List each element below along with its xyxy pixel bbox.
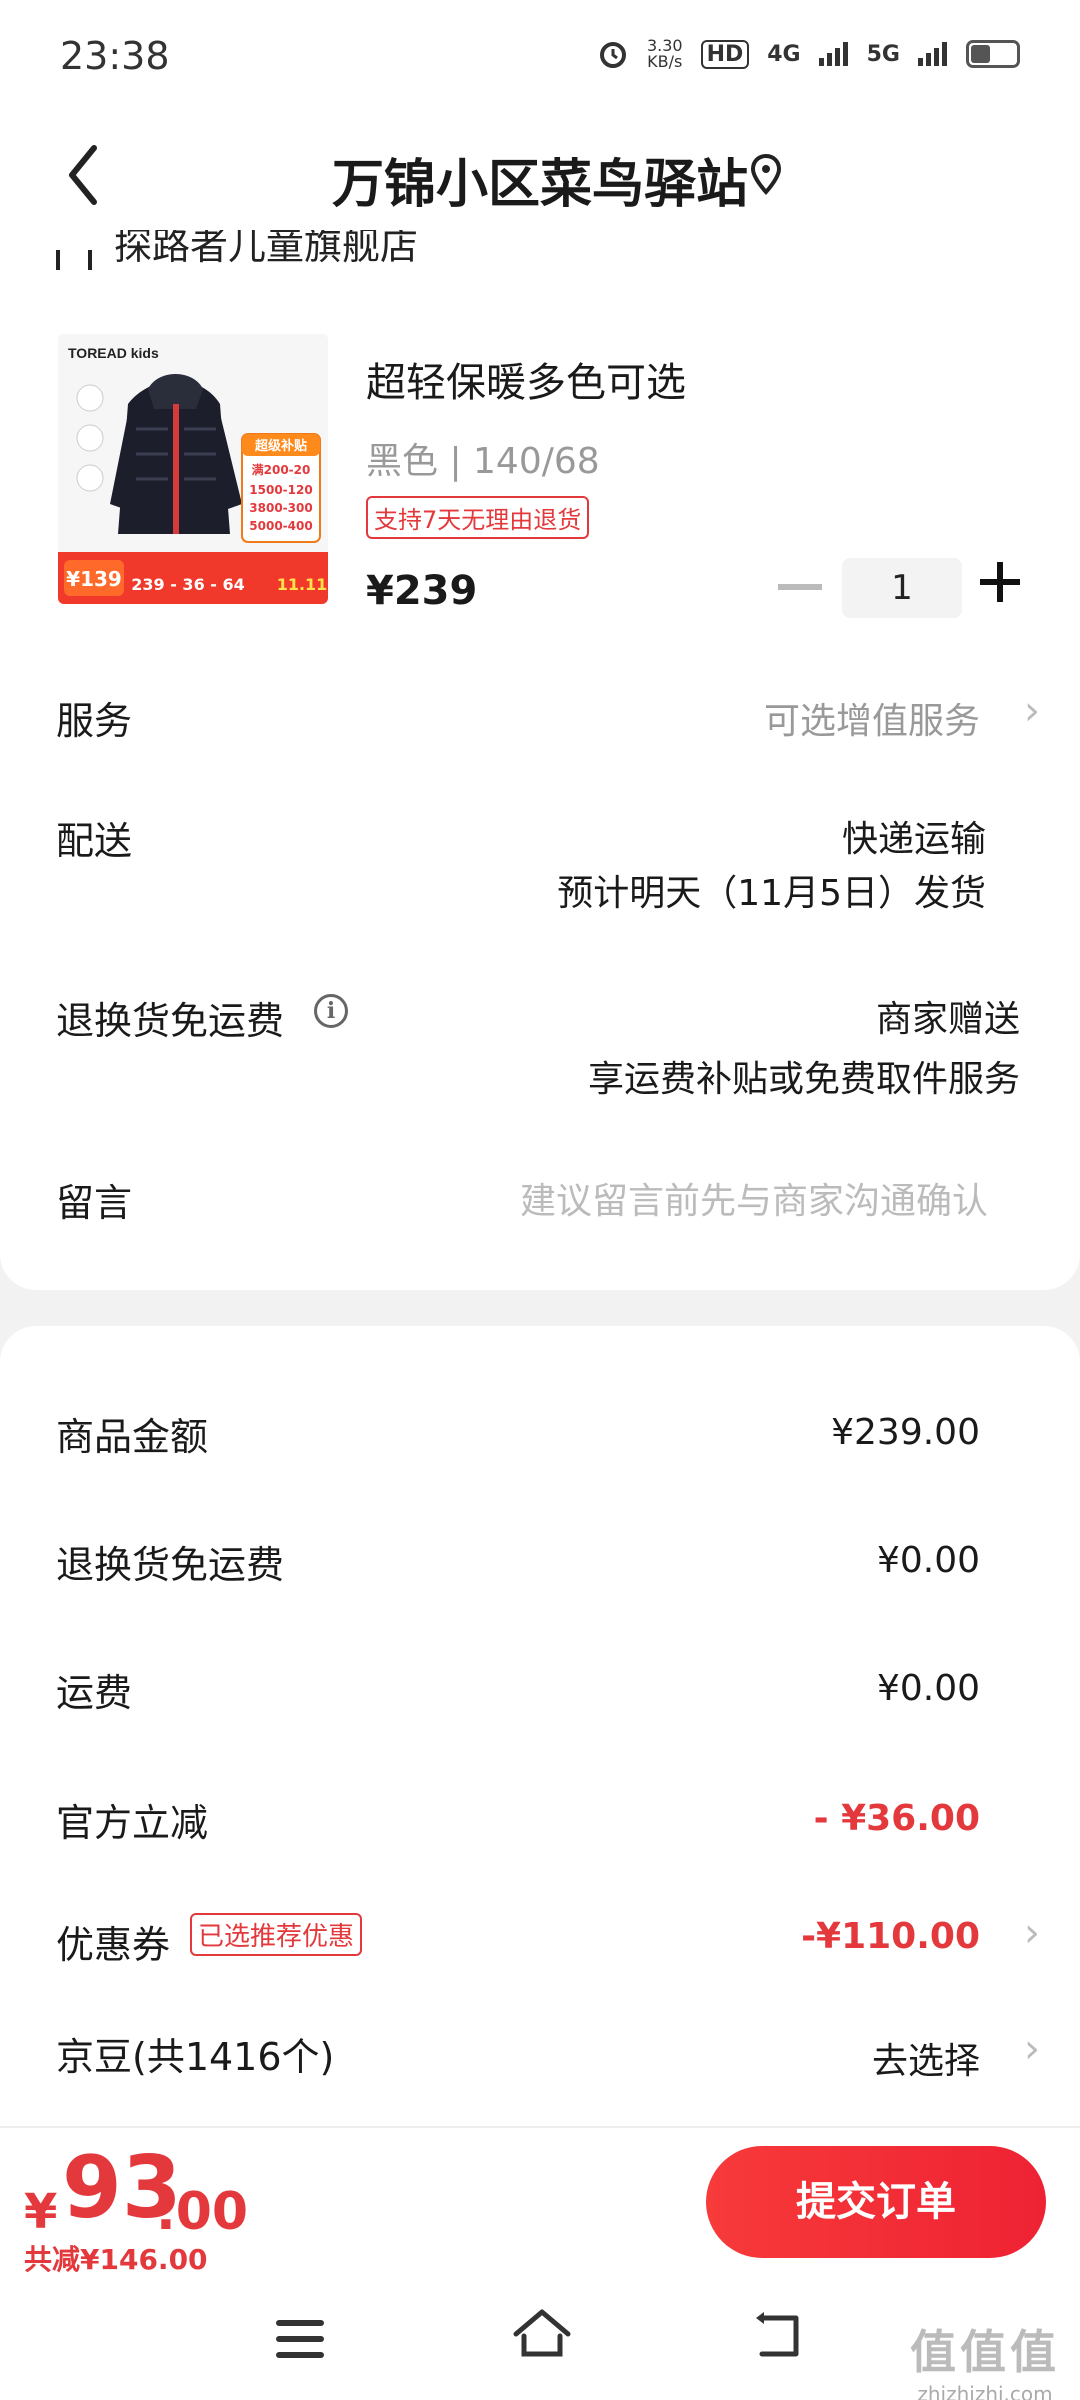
note-input[interactable]: 建议留言前先与商家沟通确认 bbox=[520, 1172, 988, 1224]
watermark: 值值值 zhizhizhi.com bbox=[910, 2325, 1060, 2400]
total-saved: 共减¥146.00 bbox=[24, 2243, 208, 2276]
return-shipping-label: 退换货免运费 bbox=[56, 999, 285, 1043]
hd-icon: HD bbox=[700, 39, 750, 69]
service-value[interactable]: 可选增值服务 bbox=[764, 692, 980, 744]
thumb-formula: 239 - 36 - 64 bbox=[131, 575, 245, 594]
thumb-badge-line3: 3800-300 bbox=[249, 501, 312, 515]
delivery-method[interactable]: 快递运输 bbox=[842, 810, 986, 862]
page-title: 万锦小区菜鸟驿站 bbox=[331, 155, 748, 215]
jacket-illustration: TOREAD kids 超级补贴 满200-20 1500-120 3800-3… bbox=[58, 334, 328, 604]
return-shipping-value: 商家赠送 bbox=[875, 999, 1020, 1040]
return-fee-label: 退换货免运费 bbox=[56, 1543, 285, 1587]
return-shipping-desc: 享运费补贴或免费取件服务 bbox=[587, 1059, 1020, 1100]
product-name[interactable]: 超轻保暖多色可选 bbox=[366, 350, 686, 408]
info-icon[interactable]: i bbox=[314, 994, 348, 1028]
thumb-badge-line1: 满200-20 bbox=[252, 462, 311, 477]
coupon-tag: 已选推荐优惠 bbox=[190, 1913, 363, 1956]
shipping-value: ¥0.00 bbox=[876, 1668, 980, 1709]
total-amount-decimal: .00 bbox=[156, 2182, 249, 2242]
store-icon bbox=[56, 250, 92, 270]
goods-amount-label: 商品金额 bbox=[56, 1415, 209, 1459]
note-label: 留言 bbox=[56, 1181, 133, 1225]
official-discount-value: - ¥36.00 bbox=[813, 1798, 980, 1839]
status-bar: 23:38 3.30 KB/s HD 4G 5G bbox=[0, 0, 1080, 120]
chevron-right-icon[interactable]: › bbox=[1024, 688, 1040, 734]
goods-amount-value: ¥239.00 bbox=[831, 1412, 980, 1453]
submit-order-button[interactable]: 提交订单 bbox=[706, 2146, 1046, 2258]
quantity-input[interactable]: 1 bbox=[842, 558, 962, 618]
battery-icon bbox=[966, 40, 1020, 68]
menu-icon[interactable] bbox=[276, 2320, 324, 2360]
total-currency: ¥ bbox=[24, 2184, 58, 2240]
product-image[interactable]: TOREAD kids 超级补贴 满200-20 1500-120 3800-3… bbox=[58, 334, 328, 604]
status-icons: 3.30 KB/s HD 4G 5G bbox=[597, 38, 1020, 70]
status-time: 23:38 bbox=[60, 34, 170, 78]
home-icon[interactable] bbox=[510, 2306, 574, 2366]
coupon-label: 优惠券 bbox=[56, 1923, 171, 1967]
product-spec[interactable]: 黑色 | 140/68 bbox=[366, 432, 600, 484]
store-name: 探路者儿童旗舰店 bbox=[114, 230, 419, 268]
signal-4g-icon: 4G bbox=[767, 41, 801, 67]
chevron-right-icon[interactable]: › bbox=[1024, 1910, 1040, 1956]
chevron-right-icon[interactable]: › bbox=[1024, 2026, 1040, 2072]
return-fee-value: ¥0.00 bbox=[876, 1540, 980, 1581]
price-summary-card: 商品金额 ¥239.00 退换货免运费 ¥0.00 运费 ¥0.00 官方立减 … bbox=[0, 1326, 1080, 2126]
coupon-value[interactable]: -¥110.00 bbox=[801, 1916, 980, 1957]
quantity-plus-button[interactable] bbox=[980, 562, 1020, 602]
delivery-label: 配送 bbox=[56, 819, 133, 863]
jd-beans-value[interactable]: 去选择 bbox=[872, 2032, 980, 2084]
quantity-minus-button[interactable] bbox=[778, 584, 822, 590]
thumb-badge-line4: 5000-400 bbox=[249, 519, 312, 533]
alarm-icon bbox=[599, 42, 626, 68]
return-policy-tag: 支持7天无理由退货 bbox=[366, 496, 590, 539]
net-speed: 3.30 KB/s bbox=[646, 36, 683, 71]
back-icon[interactable] bbox=[752, 2310, 808, 2364]
service-label: 服务 bbox=[56, 699, 133, 743]
signal-5g-icon: 5G bbox=[866, 41, 900, 67]
signal-bars-icon bbox=[818, 42, 848, 66]
official-discount-label: 官方立减 bbox=[56, 1801, 209, 1845]
jd-beans-label: 京豆(共1416个) bbox=[56, 2035, 335, 2079]
thumb-badge-title: 超级补贴 bbox=[255, 438, 307, 454]
order-item-card: 探路者儿童旗舰店 TOREAD kids 超级补贴 满200-20 1500-1… bbox=[0, 230, 1080, 1290]
signal-bars-icon bbox=[918, 42, 947, 66]
thumb-brand: TOREAD kids bbox=[68, 345, 159, 361]
thumb-badge-line2: 1500-120 bbox=[249, 483, 312, 497]
shipping-label: 运费 bbox=[56, 1671, 133, 1715]
thumb-promo: 11.11 bbox=[277, 575, 328, 594]
delivery-estimate: 预计明天（11月5日）发货 bbox=[557, 873, 986, 914]
checkout-bar: ¥ 93 .00 共减¥146.00 提交订单 bbox=[0, 2126, 1080, 2280]
thumb-price-tag: ¥139 bbox=[66, 567, 122, 591]
location-pin-icon[interactable] bbox=[748, 152, 784, 196]
nav-header: 万锦小区菜鸟驿站 bbox=[0, 120, 1080, 230]
product-price: ¥239 bbox=[366, 568, 478, 614]
store-row[interactable]: 探路者儿童旗舰店 bbox=[56, 230, 418, 270]
